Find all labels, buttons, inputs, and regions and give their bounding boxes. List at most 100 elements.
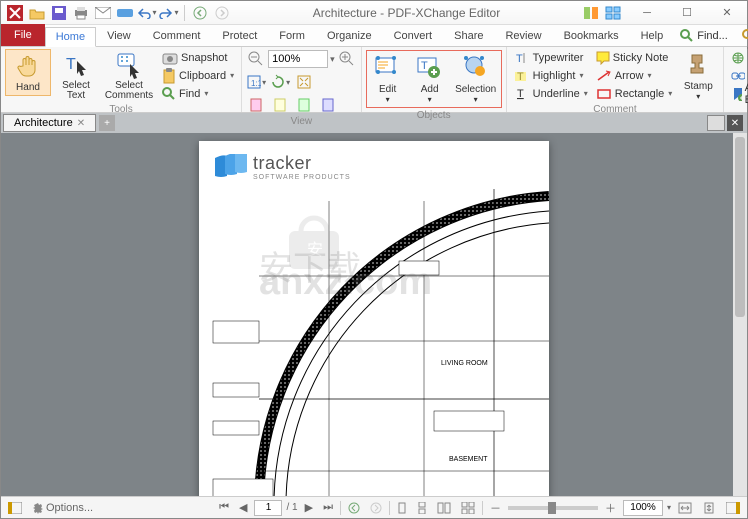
layout-2cont-button[interactable] — [458, 500, 478, 516]
find-tool-button[interactable]: Find — [159, 85, 237, 102]
snapshot-button[interactable]: Snapshot — [159, 49, 237, 66]
sticky-note-button[interactable]: Sticky Note — [593, 49, 676, 66]
page-thumb-icon[interactable] — [246, 95, 266, 115]
doc-tab-label: Architecture — [14, 117, 73, 129]
svg-text:T: T — [421, 60, 428, 72]
page-input[interactable] — [254, 500, 282, 516]
blueprint-drawing: LIVING ROOM BASEMENT — [199, 141, 549, 496]
search-button[interactable]: Search... — [736, 26, 748, 46]
page-yellow-icon[interactable] — [270, 95, 290, 115]
pdf-page: tracker SOFTWARE PRODUCTS LIVING ROOM — [199, 141, 549, 496]
redo-button[interactable] — [159, 3, 179, 23]
edit-button[interactable]: Edit▾ — [368, 52, 408, 106]
arrow-button[interactable]: Arrow — [593, 67, 676, 84]
nav-fwd-button[interactable] — [212, 3, 232, 23]
tab-bookmarks[interactable]: Bookmarks — [553, 26, 630, 46]
tab-help[interactable]: Help — [630, 26, 675, 46]
prev-page-button[interactable]: ◀ — [236, 499, 250, 516]
zoom-slider[interactable] — [508, 506, 598, 510]
select-comments-tool[interactable]: Select Comments — [101, 49, 157, 103]
nav-back-button[interactable] — [190, 3, 210, 23]
page-blue-icon[interactable] — [318, 95, 338, 115]
fit-page-button[interactable] — [699, 500, 719, 516]
stamp-button[interactable]: Stamp▾ — [677, 49, 719, 103]
last-page-button[interactable]: ⏭ — [320, 499, 336, 516]
open-icon[interactable] — [27, 3, 47, 23]
rotate-button[interactable] — [270, 72, 290, 92]
tab-home[interactable]: Home — [45, 27, 96, 47]
find-label: Find... — [697, 30, 728, 42]
selection-button[interactable]: Selection▾ — [452, 52, 500, 106]
layout-cont-button[interactable] — [414, 500, 430, 516]
layout-single-button[interactable] — [394, 500, 410, 516]
zoom-out-button[interactable] — [246, 49, 266, 69]
leftpane-toggle[interactable] — [5, 500, 25, 516]
tab-preview[interactable] — [707, 115, 725, 131]
save-icon[interactable] — [49, 3, 69, 23]
tab-file[interactable]: File — [1, 24, 45, 46]
hand-label: Hand — [16, 82, 40, 93]
underline-button[interactable]: TUnderline — [511, 85, 591, 102]
tab-form[interactable]: Form — [268, 26, 316, 46]
tab-view[interactable]: View — [96, 26, 142, 46]
group-view: ▾ 1:1 View — [242, 47, 362, 112]
first-page-button[interactable]: ⏮ — [216, 499, 232, 516]
select-text-tool[interactable]: T Select Text — [53, 49, 99, 103]
layout-2page-button[interactable] — [434, 500, 454, 516]
undo-button[interactable] — [137, 3, 157, 23]
options-button[interactable]: Options... — [29, 500, 96, 516]
typewriter-button[interactable]: TTypewriter — [511, 49, 591, 66]
tab-convert[interactable]: Convert — [383, 26, 444, 46]
email-icon[interactable] — [93, 3, 113, 23]
fit-width-button[interactable] — [675, 500, 695, 516]
quicklaunch-icon[interactable] — [603, 3, 623, 23]
hand-icon — [14, 52, 42, 80]
print-icon[interactable] — [71, 3, 91, 23]
doc-tab-active[interactable]: Architecture ✕ — [3, 114, 96, 132]
ui-options-icon[interactable] — [581, 3, 601, 23]
watermark-cn: 安下载 — [259, 241, 361, 290]
tab-share[interactable]: Share — [443, 26, 494, 46]
doc-tab-close[interactable]: ✕ — [77, 118, 85, 129]
fitpage-button[interactable] — [294, 72, 314, 92]
sb-zoom-in[interactable]: ＋ — [602, 498, 619, 518]
page-green-icon[interactable] — [294, 95, 314, 115]
sb-nav-fwd[interactable] — [367, 500, 385, 516]
actualsize-button[interactable]: 1:1 — [246, 72, 266, 92]
titlebar: Architecture - PDF-XChange Editor ─ ☐ ✕ — [1, 1, 747, 25]
clipboard-button[interactable]: Clipboard — [159, 67, 237, 84]
add-button[interactable]: T Add▾ — [410, 52, 450, 106]
sb-nav-back[interactable] — [345, 500, 363, 516]
tab-organize[interactable]: Organize — [316, 26, 383, 46]
tabs-close-all[interactable]: ✕ — [727, 115, 743, 131]
tab-comment[interactable]: Comment — [142, 26, 212, 46]
sb-zoom-dropdown[interactable]: ▾ — [667, 503, 671, 512]
tab-protect[interactable]: Protect — [211, 26, 268, 46]
svg-text:1:1: 1:1 — [251, 79, 261, 88]
addbookmark-button[interactable]: Add Bookmark — [728, 85, 748, 102]
rightpane-toggle[interactable] — [723, 500, 743, 516]
hand-tool[interactable]: Hand — [5, 49, 51, 96]
vertical-scrollbar[interactable] — [733, 133, 747, 496]
close-button[interactable]: ✕ — [707, 1, 747, 25]
zoom-slider-knob[interactable] — [548, 502, 556, 514]
next-page-button[interactable]: ▶ — [302, 499, 316, 516]
minimize-button[interactable]: ─ — [627, 1, 667, 25]
zoom-input[interactable] — [268, 50, 328, 68]
rectangle-button[interactable]: Rectangle — [593, 85, 676, 102]
scroll-thumb[interactable] — [735, 137, 745, 317]
maximize-button[interactable]: ☐ — [667, 1, 707, 25]
document-viewer[interactable]: tracker SOFTWARE PRODUCTS LIVING ROOM — [1, 133, 747, 496]
scan-icon[interactable] — [115, 3, 135, 23]
add-tab-button[interactable]: + — [99, 115, 115, 131]
highlight-button[interactable]: THighlight — [511, 67, 591, 84]
divider — [389, 501, 390, 515]
sb-zoom-out[interactable]: － — [487, 498, 504, 518]
weblinks-button[interactable]: Web Links — [728, 49, 748, 66]
zoom-in-button[interactable] — [337, 49, 357, 69]
sb-zoom-input[interactable] — [623, 500, 663, 516]
group-tools: Hand T Select Text Select Comments Snaps… — [1, 47, 242, 112]
find-button[interactable]: Find... — [674, 26, 734, 46]
zoom-dropdown[interactable]: ▾ — [330, 54, 335, 65]
tab-review[interactable]: Review — [494, 26, 552, 46]
